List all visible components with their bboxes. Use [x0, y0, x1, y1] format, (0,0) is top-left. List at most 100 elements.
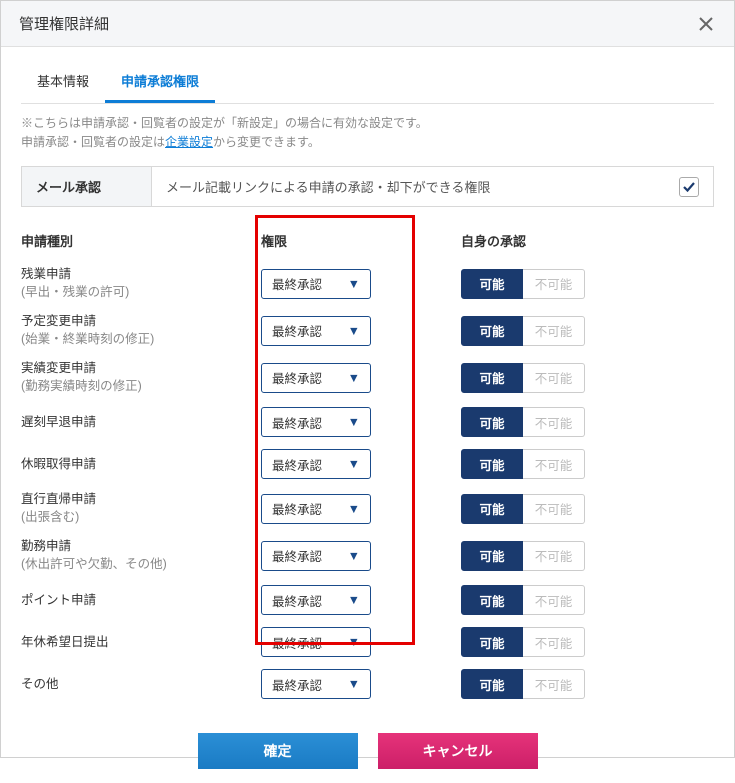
- perm-select-value: 最終承認: [272, 321, 322, 340]
- toggle-off[interactable]: 不可能: [523, 363, 585, 393]
- perm-cell: 最終承認▼: [261, 585, 461, 615]
- perm-select-value: 最終承認: [272, 274, 322, 293]
- perm-select[interactable]: 最終承認 ▼: [261, 627, 371, 657]
- tab-basic[interactable]: 基本情報: [21, 61, 105, 103]
- table-row: 遅刻早退申請最終承認 ▼ 可能不可能: [21, 401, 714, 443]
- self-toggle: 可能不可能: [461, 541, 661, 571]
- self-toggle: 可能不可能: [461, 407, 661, 437]
- toggle-off[interactable]: 不可能: [523, 669, 585, 699]
- perm-cell: 最終承認 ▼: [261, 494, 461, 524]
- type-name: 予定変更申請(始業・終業時刻の修正): [21, 313, 261, 348]
- self-cell: 可能不可能: [461, 363, 661, 393]
- cancel-button[interactable]: キャンセル: [378, 733, 538, 769]
- perm-select[interactable]: 最終承認 ▼: [261, 407, 371, 437]
- mail-approval-desc: メール記載リンクによる申請の承認・却下ができる権限: [152, 167, 665, 206]
- type-name: その他: [21, 676, 261, 694]
- self-toggle: 可能不可能: [461, 627, 661, 657]
- type-name: 休暇取得申請: [21, 456, 261, 474]
- perm-select-value: 最終承認: [272, 633, 322, 652]
- type-cell: 遅刻早退申請: [21, 414, 261, 432]
- toggle-on[interactable]: 可能: [461, 669, 523, 699]
- toggle-off[interactable]: 不可能: [523, 627, 585, 657]
- type-name: 年休希望日提出: [21, 634, 261, 652]
- perm-select-value: 最終承認: [272, 413, 322, 432]
- table-row: 勤務申請(休出許可や欠勤、その他)最終承認▼可能不可能: [21, 532, 714, 579]
- perm-cell: 最終承認 ▼: [261, 316, 461, 346]
- perm-select[interactable]: 最終承認▼: [261, 541, 371, 571]
- self-cell: 可能不可能: [461, 585, 661, 615]
- toggle-off[interactable]: 不可能: [523, 316, 585, 346]
- perm-cell: 最終承認 ▼: [261, 449, 461, 479]
- toggle-on[interactable]: 可能: [461, 269, 523, 299]
- perm-select-value: 最終承認: [272, 675, 322, 694]
- perm-select[interactable]: 最終承認▼: [261, 669, 371, 699]
- perm-select-value: 最終承認: [272, 499, 322, 518]
- chevron-down-icon: ▼: [348, 502, 360, 516]
- close-button[interactable]: [696, 14, 716, 34]
- chevron-down-icon: ▼: [348, 415, 360, 429]
- type-sub: (勤務実績時刻の修正): [21, 379, 142, 393]
- self-cell: 可能不可能: [461, 494, 661, 524]
- chevron-down-icon: ▼: [348, 457, 360, 471]
- type-cell: 休暇取得申請: [21, 456, 261, 474]
- footer: 確定 キャンセル: [21, 733, 714, 769]
- self-cell: 可能不可能: [461, 407, 661, 437]
- toggle-on[interactable]: 可能: [461, 627, 523, 657]
- type-sub: (始業・終業時刻の修正): [21, 332, 154, 346]
- table-row: ポイント申請最終承認▼ 可能不可能: [21, 579, 714, 621]
- toggle-on[interactable]: 可能: [461, 407, 523, 437]
- toggle-on[interactable]: 可能: [461, 449, 523, 479]
- notice-text: ※こちらは申請承認・回覧者の設定が「新設定」の場合に有効な設定です。 申請承認・…: [21, 114, 714, 152]
- perm-select[interactable]: 最終承認▼: [261, 363, 371, 393]
- toggle-off[interactable]: 不可能: [523, 269, 585, 299]
- type-sub: (早出・残業の許可): [21, 285, 129, 299]
- self-cell: 可能不可能: [461, 669, 661, 699]
- perm-select[interactable]: 最終承認 ▼: [261, 449, 371, 479]
- type-name: 残業申請(早出・残業の許可): [21, 266, 261, 301]
- header-self: 自身の承認: [461, 231, 661, 250]
- mail-approval-checkbox[interactable]: [679, 177, 699, 197]
- toggle-on[interactable]: 可能: [461, 541, 523, 571]
- toggle-on[interactable]: 可能: [461, 363, 523, 393]
- type-name: ポイント申請: [21, 592, 261, 610]
- perm-select-value: 最終承認: [272, 455, 322, 474]
- perm-cell: 最終承認 ▼: [261, 627, 461, 657]
- type-name: 直行直帰申請(出張含む): [21, 491, 261, 526]
- perm-select[interactable]: 最終承認 ▼: [261, 494, 371, 524]
- self-toggle: 可能不可能: [461, 585, 661, 615]
- toggle-off[interactable]: 不可能: [523, 541, 585, 571]
- chevron-down-icon: ▼: [348, 324, 360, 338]
- toggle-on[interactable]: 可能: [461, 494, 523, 524]
- header-perm: 権限: [261, 231, 461, 250]
- self-toggle: 可能不可能: [461, 269, 661, 299]
- type-sub: (休出許可や欠勤、その他): [21, 557, 167, 571]
- type-sub: (出張含む): [21, 510, 79, 524]
- perm-select-value: 最終承認: [272, 591, 322, 610]
- toggle-on[interactable]: 可能: [461, 316, 523, 346]
- notice-link[interactable]: 企業設定: [165, 135, 213, 149]
- tab-approval[interactable]: 申請承認権限: [105, 61, 215, 103]
- toggle-off[interactable]: 不可能: [523, 494, 585, 524]
- toggle-off[interactable]: 不可能: [523, 585, 585, 615]
- perm-cell: 最終承認▼: [261, 669, 461, 699]
- self-cell: 可能不可能: [461, 269, 661, 299]
- toggle-on[interactable]: 可能: [461, 585, 523, 615]
- table-row: その他最終承認▼ 可能不可能: [21, 663, 714, 705]
- perm-select[interactable]: 最終承認▼: [261, 269, 371, 299]
- perm-cell: 最終承認 ▼: [261, 407, 461, 437]
- self-cell: 可能不可能: [461, 316, 661, 346]
- toggle-off[interactable]: 不可能: [523, 449, 585, 479]
- perm-cell: 最終承認▼: [261, 269, 461, 299]
- type-name: 遅刻早退申請: [21, 414, 261, 432]
- type-cell: その他: [21, 676, 261, 694]
- table-row: 予定変更申請(始業・終業時刻の修正) 最終承認 ▼ 可能不可能: [21, 307, 714, 354]
- toggle-off[interactable]: 不可能: [523, 407, 585, 437]
- perm-select[interactable]: 最終承認▼: [261, 585, 371, 615]
- chevron-down-icon: ▼: [348, 635, 360, 649]
- chevron-down-icon: ▼: [348, 549, 360, 563]
- perm-select[interactable]: 最終承認 ▼: [261, 316, 371, 346]
- confirm-button[interactable]: 確定: [198, 733, 358, 769]
- permission-grid: 申請種別 権限 自身の承認 残業申請(早出・残業の許可)最終承認▼可能不可能予定…: [21, 225, 714, 705]
- perm-cell: 最終承認▼: [261, 541, 461, 571]
- perm-cell: 最終承認▼: [261, 363, 461, 393]
